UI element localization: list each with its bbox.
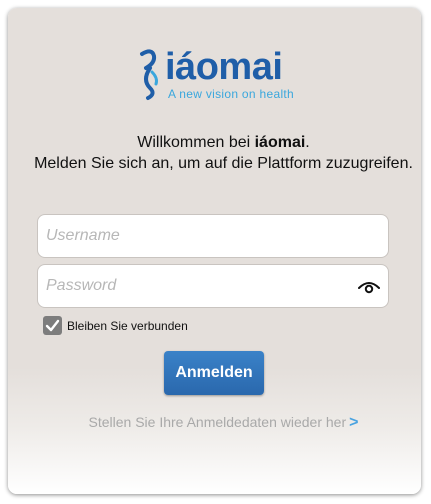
welcome-suffix: . — [305, 134, 310, 151]
welcome-line2: Melden Sie sich an, um auf die Plattform… — [34, 155, 413, 172]
logo-wordmark: iáomai — [165, 46, 283, 88]
login-button[interactable]: Anmelden — [164, 351, 264, 395]
username-input[interactable] — [38, 215, 346, 257]
restore-label: Stellen Sie Ihre Anmeldedaten wieder her — [88, 414, 347, 430]
welcome-prefix: Willkommen bei — [137, 134, 255, 151]
login-card: iáomai A new vision on health Willkommen… — [8, 8, 421, 494]
password-input[interactable] — [38, 265, 346, 307]
eye-icon[interactable] — [358, 279, 380, 295]
logo-mark-icon — [140, 49, 158, 100]
checkmark-icon — [45, 319, 60, 332]
username-field[interactable] — [37, 214, 389, 258]
brand-logo: iáomai A new vision on health — [136, 44, 316, 106]
chevron-right-icon: > — [349, 414, 359, 431]
welcome-text: Willkommen bei iáomai. Melden Sie sich a… — [28, 132, 419, 174]
logo-tagline: A new vision on health — [168, 87, 295, 101]
welcome-brand: iáomai — [254, 134, 306, 151]
remember-checkbox[interactable] — [43, 316, 62, 335]
remember-label: Bleiben Sie verbunden — [67, 319, 188, 333]
password-field[interactable] — [37, 264, 389, 308]
restore-credentials-link[interactable]: Stellen Sie Ihre Anmeldedaten wieder her… — [28, 414, 419, 432]
